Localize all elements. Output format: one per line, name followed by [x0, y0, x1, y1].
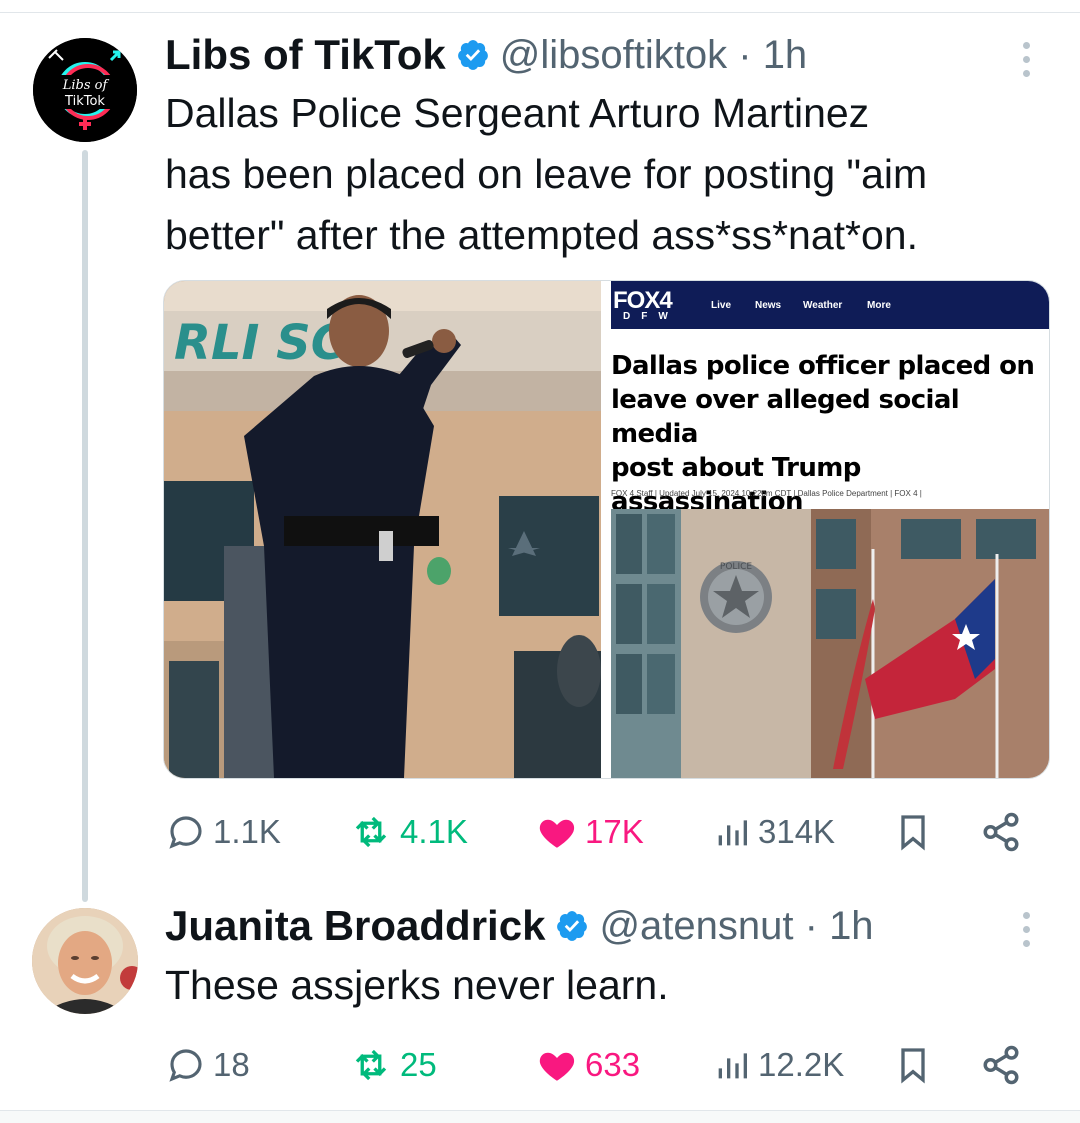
- tweet1-header: Libs of TikTok @libsoftiktok · 1h: [165, 25, 807, 85]
- tweet-text: These assjerks never learn.: [165, 962, 669, 1008]
- nav-news: News: [755, 300, 782, 311]
- avatar-libsoftiktok[interactable]: Libs of TikTok: [33, 38, 137, 142]
- reply-count: 18: [213, 1046, 250, 1083]
- libsoftiktok-logo: Libs of TikTok: [33, 38, 137, 142]
- like-button[interactable]: 633: [535, 1040, 640, 1090]
- views-button[interactable]: 314K: [712, 807, 835, 857]
- share-icon: [983, 1045, 1019, 1085]
- views-count: 12.2K: [758, 1046, 845, 1083]
- reply-icon: [169, 1049, 202, 1082]
- repost-button[interactable]: 25: [348, 1040, 437, 1090]
- reply-icon: [169, 816, 202, 849]
- officer-photo-illustration: RLI SCE: [164, 281, 601, 778]
- news-byline: FOX 4 Staff | Updated July 15, 2024 10:2…: [611, 489, 922, 498]
- verified-badge-icon: [557, 911, 588, 941]
- nav-live: Live: [711, 300, 732, 311]
- media-news-screenshot[interactable]: FOX4 DFW Live News Weather More Dallas p…: [611, 281, 1049, 778]
- tweet-media-grid[interactable]: RLI SCE FOX4 DFW Live News Weather More …: [163, 280, 1050, 779]
- repost-count: 4.1K: [400, 813, 468, 850]
- nav-more: More: [867, 300, 891, 311]
- reply-button[interactable]: 1.1K: [165, 807, 281, 857]
- bookmark-button[interactable]: [893, 807, 939, 857]
- more-options-icon[interactable]: [1016, 912, 1036, 956]
- profile-photo: [32, 908, 138, 1014]
- repost-icon: [355, 1049, 387, 1081]
- author-name[interactable]: Juanita Broaddrick: [165, 902, 545, 950]
- author-handle-timestamp[interactable]: @atensnut · 1h: [599, 904, 873, 949]
- verified-badge-icon: [457, 40, 488, 70]
- bookmark-icon: [901, 1048, 925, 1084]
- tweet1-actions: 1.1K 4.1K 17K 314K: [165, 807, 1045, 857]
- like-icon: [539, 1052, 575, 1081]
- svg-text:POLICE: POLICE: [720, 562, 752, 572]
- svg-text:Libs of: Libs of: [62, 78, 110, 93]
- reply-count: 1.1K: [213, 813, 281, 850]
- bookmark-button[interactable]: [893, 1040, 939, 1090]
- views-icon: [718, 1053, 747, 1079]
- views-button[interactable]: 12.2K: [712, 1040, 844, 1090]
- bookmark-icon: [901, 815, 925, 851]
- repost-button[interactable]: 4.1K: [348, 807, 468, 857]
- share-icon: [983, 812, 1019, 852]
- police-hq-photo: POLICE: [611, 509, 1049, 778]
- like-count: 17K: [585, 813, 644, 850]
- views-count: 314K: [758, 813, 836, 850]
- more-options-icon[interactable]: [1016, 42, 1036, 86]
- tweet-text: Dallas Police Sergeant Arturo Martinez h…: [165, 90, 928, 258]
- tweet2-header: Juanita Broaddrick @atensnut · 1h: [165, 896, 874, 956]
- svg-text:TikTok: TikTok: [64, 94, 105, 109]
- reply-button[interactable]: 18: [165, 1040, 250, 1090]
- views-icon: [718, 820, 747, 846]
- like-icon: [539, 819, 575, 848]
- repost-icon: [355, 816, 387, 848]
- author-name[interactable]: Libs of TikTok: [165, 31, 446, 79]
- share-button[interactable]: [980, 1040, 1028, 1090]
- like-count: 633: [585, 1046, 641, 1083]
- avatar-atensnut[interactable]: [32, 908, 138, 1014]
- bottom-divider: [0, 1110, 1080, 1123]
- top-divider: [0, 0, 1080, 13]
- share-button[interactable]: [980, 807, 1028, 857]
- like-button[interactable]: 17K: [535, 807, 644, 857]
- author-handle-timestamp[interactable]: @libsoftiktok · 1h: [500, 33, 807, 78]
- repost-count: 25: [400, 1046, 437, 1083]
- media-photo-officer[interactable]: RLI SCE: [164, 281, 601, 778]
- nav-weather: Weather: [803, 300, 843, 311]
- fox4-header-bar: FOX4 DFW Live News Weather More: [611, 281, 1049, 329]
- thread-connector-line: [82, 150, 88, 902]
- tweet2-actions: 18 25 633 12.2K: [165, 1040, 1045, 1090]
